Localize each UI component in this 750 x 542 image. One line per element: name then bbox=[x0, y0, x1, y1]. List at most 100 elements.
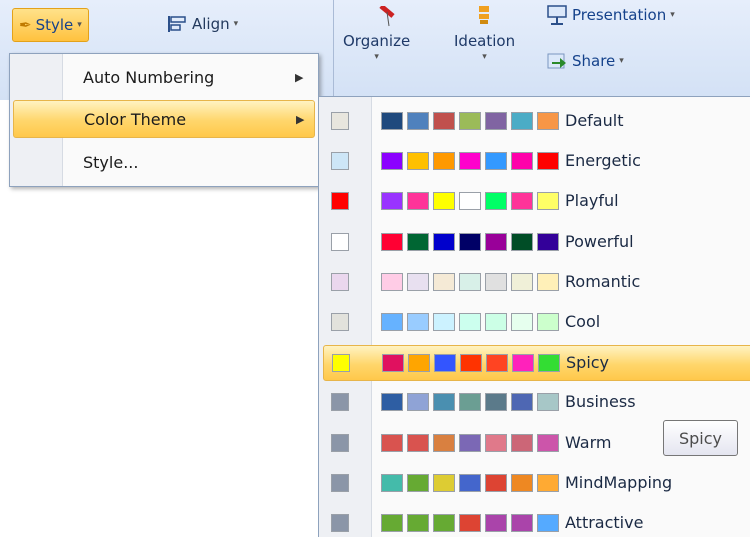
align-icon bbox=[168, 16, 186, 32]
theme-name: Romantic bbox=[565, 271, 641, 291]
theme-color-swatch bbox=[381, 272, 403, 291]
theme-color-swatch bbox=[407, 313, 429, 331]
theme-color-swatch bbox=[537, 192, 559, 211]
menu-item-style[interactable]: Style... bbox=[13, 143, 315, 181]
theme-row-business[interactable]: Business bbox=[323, 385, 750, 421]
theme-color-swatch bbox=[538, 354, 560, 373]
theme-key-swatch bbox=[331, 192, 349, 211]
ribbon-separator bbox=[333, 0, 334, 100]
theme-color-swatch bbox=[407, 514, 429, 532]
organize-label: Organize bbox=[343, 32, 411, 50]
theme-color-swatch bbox=[407, 433, 429, 452]
theme-key-swatch bbox=[331, 514, 349, 532]
theme-key-swatch bbox=[331, 232, 349, 251]
chevron-down-icon: ▾ bbox=[233, 19, 239, 29]
theme-name: Playful bbox=[565, 191, 619, 211]
ideation-label: Ideation bbox=[454, 32, 516, 50]
theme-color-swatch bbox=[511, 272, 533, 291]
theme-color-swatch bbox=[537, 433, 559, 452]
theme-color-swatch bbox=[459, 313, 481, 331]
menu-item-auto-numbering[interactable]: Auto Numbering ▶ bbox=[13, 58, 315, 96]
theme-row-playful[interactable]: Playful bbox=[323, 184, 750, 220]
share-label: Share bbox=[572, 52, 616, 70]
style-button[interactable]: ✒ Style ▾ bbox=[12, 8, 89, 42]
share-button[interactable]: Share ▾ bbox=[546, 50, 624, 72]
theme-row-romantic[interactable]: Romantic bbox=[323, 265, 750, 301]
theme-color-swatch bbox=[511, 514, 533, 532]
theme-name: Energetic bbox=[565, 151, 641, 171]
theme-color-swatch bbox=[485, 152, 507, 171]
theme-color-swatch bbox=[381, 192, 403, 211]
theme-name: Powerful bbox=[565, 231, 634, 251]
theme-color-swatch bbox=[381, 473, 403, 492]
share-icon bbox=[547, 53, 566, 69]
organize-icon bbox=[343, 4, 410, 32]
theme-color-swatch bbox=[433, 232, 455, 251]
style-icon: ✒ bbox=[19, 16, 32, 34]
theme-color-swatch bbox=[485, 192, 507, 211]
theme-color-swatch bbox=[433, 272, 455, 291]
theme-row-powerful[interactable]: Powerful bbox=[323, 225, 750, 261]
theme-color-swatch bbox=[485, 232, 507, 251]
theme-color-swatch bbox=[485, 272, 507, 291]
theme-color-swatch bbox=[511, 473, 533, 492]
theme-row-cool[interactable]: Cool bbox=[323, 305, 750, 341]
theme-color-swatch bbox=[433, 313, 455, 331]
theme-row-attractive[interactable]: Attractive bbox=[323, 506, 750, 542]
chevron-down-icon: ▾ bbox=[670, 10, 675, 20]
tooltip: Spicy bbox=[663, 420, 738, 456]
theme-name: MindMapping bbox=[565, 472, 673, 492]
theme-color-swatch bbox=[537, 152, 559, 171]
theme-key-swatch bbox=[331, 473, 349, 492]
theme-color-swatch bbox=[459, 473, 481, 492]
theme-color-swatch bbox=[433, 433, 455, 452]
ideation-button[interactable]: Ideation ▾ bbox=[454, 6, 515, 62]
theme-key-swatch bbox=[331, 393, 349, 412]
theme-color-swatch bbox=[537, 272, 559, 291]
theme-color-swatch bbox=[381, 232, 403, 251]
theme-color-swatch bbox=[459, 152, 481, 171]
theme-color-swatch bbox=[537, 514, 559, 532]
theme-color-swatch bbox=[537, 313, 559, 331]
theme-color-swatch bbox=[537, 393, 559, 412]
align-button[interactable]: Align ▾ bbox=[166, 8, 238, 40]
theme-color-swatch bbox=[459, 112, 481, 130]
align-button-label: Align bbox=[192, 15, 230, 33]
theme-color-swatch bbox=[407, 232, 429, 251]
presentation-button[interactable]: Presentation ▾ bbox=[546, 4, 675, 26]
theme-color-swatch bbox=[511, 232, 533, 251]
theme-name: Default bbox=[565, 111, 624, 130]
theme-row-energetic[interactable]: Energetic bbox=[323, 144, 750, 180]
theme-color-swatch bbox=[459, 514, 481, 532]
submenu-arrow-icon: ▶ bbox=[296, 112, 305, 126]
theme-color-swatch bbox=[460, 354, 482, 373]
organize-button[interactable]: Organize ▾ bbox=[343, 4, 411, 62]
theme-row-mindmapping[interactable]: MindMapping bbox=[323, 466, 750, 502]
style-menu: Auto Numbering ▶ Color Theme ▶ Style... bbox=[9, 53, 319, 187]
theme-color-swatch bbox=[459, 272, 481, 291]
menu-item-label: Auto Numbering bbox=[83, 67, 215, 87]
theme-key-swatch bbox=[332, 354, 350, 373]
color-theme-submenu: Default Energetic Playful Powerful Romantic C… bbox=[318, 96, 750, 537]
theme-color-swatch bbox=[511, 433, 533, 452]
presentation-label: Presentation bbox=[572, 6, 667, 24]
theme-color-swatch bbox=[459, 393, 481, 412]
theme-color-swatch bbox=[485, 112, 507, 130]
chevron-down-icon: ▾ bbox=[77, 20, 82, 30]
theme-name: Business bbox=[565, 392, 636, 412]
theme-key-swatch bbox=[331, 272, 349, 291]
theme-color-swatch bbox=[407, 393, 429, 412]
theme-color-swatch bbox=[485, 514, 507, 532]
theme-row-default[interactable]: Default bbox=[323, 104, 750, 140]
theme-color-swatch bbox=[433, 152, 455, 171]
theme-color-swatch bbox=[407, 152, 429, 171]
theme-color-swatch bbox=[433, 514, 455, 532]
theme-name: Warm bbox=[565, 432, 612, 452]
theme-color-swatch bbox=[486, 354, 508, 373]
theme-color-swatch bbox=[381, 514, 403, 532]
menu-item-color-theme[interactable]: Color Theme ▶ bbox=[13, 100, 315, 138]
chevron-down-icon: ▾ bbox=[619, 56, 624, 66]
theme-key-swatch bbox=[331, 112, 349, 130]
theme-row-spicy[interactable]: Spicy bbox=[323, 345, 750, 382]
theme-color-swatch bbox=[537, 232, 559, 251]
